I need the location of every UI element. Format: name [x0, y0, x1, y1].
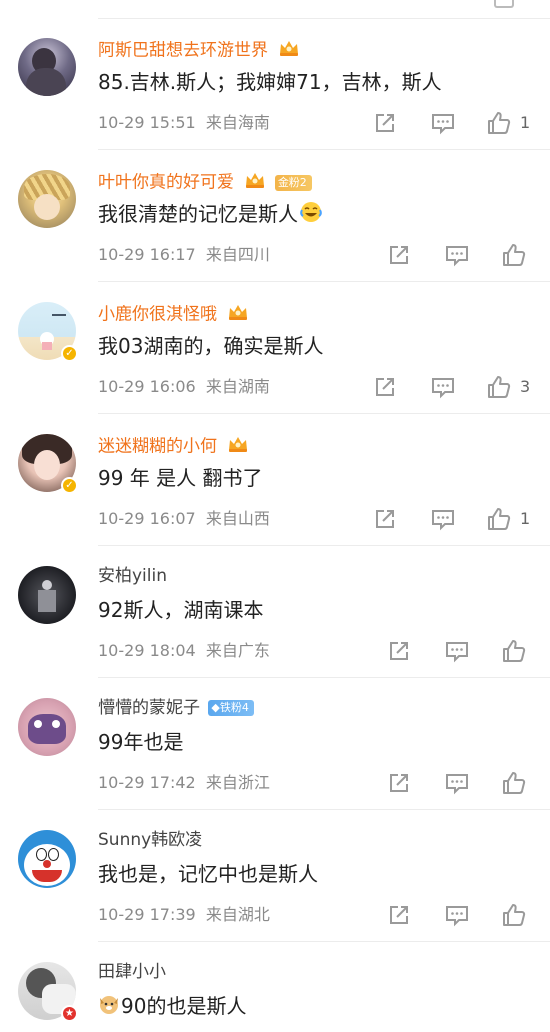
comment-meta: 10-29 16:17 来自四川: [98, 245, 270, 265]
comment-icon[interactable]: [444, 770, 470, 796]
like-count: 1: [520, 113, 531, 132]
dog-emoji-icon: [98, 993, 120, 1022]
comment-icon[interactable]: [444, 902, 470, 928]
comment-time: 10-29 16:17: [98, 245, 196, 264]
commenter-name-text[interactable]: 小鹿你很淇怪哦: [98, 305, 217, 325]
share-icon[interactable]: [372, 374, 398, 400]
comment-item: ✓ 迷迷糊糊的小何 99 年 是人 翻书了 10-29 16:07 来自山西 1: [0, 414, 550, 546]
avatar[interactable]: ✓: [18, 434, 78, 494]
comment-meta: 10-29 18:04 来自广东: [98, 641, 270, 661]
comment-item: 安柏yilin 92斯人，湖南课本 10-29 18:04 来自广东: [0, 546, 550, 678]
like-icon[interactable]: [501, 242, 527, 268]
commenter-name[interactable]: 阿斯巴甜想去环游世界: [98, 38, 300, 63]
comment-text-content: 我很清楚的记忆是斯人: [98, 202, 298, 226]
vip-crown-icon: [227, 434, 249, 459]
like-icon[interactable]: [486, 110, 512, 136]
avatar[interactable]: [18, 830, 76, 888]
comment-text: 90的也是斯人: [98, 992, 246, 1022]
partial-like-icon[interactable]: [494, 0, 514, 8]
comment-location: 来自湖北: [205, 905, 270, 924]
like-icon[interactable]: [501, 770, 527, 796]
comment-time: 10-29 16:06: [98, 377, 196, 396]
share-icon[interactable]: [386, 242, 412, 268]
laugh-cry-emoji-icon: [300, 201, 322, 230]
comment-icon[interactable]: [430, 110, 456, 136]
comment-location: 来自广东: [205, 641, 270, 660]
comment-text: 99年也是: [98, 730, 184, 754]
commenter-name[interactable]: 迷迷糊糊的小何: [98, 434, 249, 459]
verified-badge-icon: ✓: [61, 345, 78, 362]
comment-time: 10-29 15:51: [98, 113, 196, 132]
comment-item: ★ 田肆小小 90的也是斯人: [0, 942, 550, 1032]
commenter-name-text[interactable]: 阿斯巴甜想去环游世界: [98, 41, 268, 61]
comment-location: 来自海南: [205, 113, 270, 132]
commenter-name-text[interactable]: 懵懵的蒙妮子: [98, 698, 200, 718]
comment-time: 10-29 16:07: [98, 509, 196, 528]
commenter-name[interactable]: 安柏yilin: [98, 566, 167, 586]
comment-item: ✓ 小鹿你很淇怪哦 我03湖南的，确实是斯人 10-29 16:06 来自湖南 …: [0, 282, 550, 414]
red-badge-icon: ★: [61, 1005, 78, 1022]
avatar[interactable]: [18, 698, 76, 756]
fan-badge-label: 铁粉4: [219, 701, 249, 714]
comment-location: 来自四川: [205, 245, 270, 264]
comment-text: 我也是，记忆中也是斯人: [98, 862, 318, 886]
comment-text: 92斯人，湖南课本: [98, 598, 264, 622]
comment-icon[interactable]: [444, 638, 470, 664]
like-count: 1: [520, 509, 531, 528]
share-icon[interactable]: [372, 506, 398, 532]
commenter-name[interactable]: 田肆小小: [98, 962, 166, 982]
comment-item: Sunny韩欧凌 我也是，记忆中也是斯人 10-29 17:39 来自湖北: [0, 810, 550, 942]
fan-badge: ◆铁粉4: [208, 700, 254, 716]
vip-crown-icon: [227, 302, 249, 327]
commenter-name[interactable]: Sunny韩欧凌: [98, 830, 202, 850]
share-icon[interactable]: [386, 902, 412, 928]
like-icon[interactable]: [486, 374, 512, 400]
commenter-name[interactable]: 叶叶你真的好可爱 金粉2: [98, 170, 312, 195]
like-icon[interactable]: [486, 506, 512, 532]
comment-text: 99 年 是人 翻书了: [98, 466, 263, 490]
comment-icon[interactable]: [430, 506, 456, 532]
comment-text: 85.吉林.斯人；我婶婶71，吉林，斯人: [98, 70, 442, 94]
comment-item: 懵懵的蒙妮子 ◆铁粉4 99年也是 10-29 17:42 来自浙江: [0, 678, 550, 810]
commenter-name-text[interactable]: 迷迷糊糊的小何: [98, 437, 217, 457]
vip-crown-icon: [244, 170, 266, 195]
comment-meta: 10-29 16:06 来自湖南: [98, 377, 270, 397]
comment-text: 我很清楚的记忆是斯人: [98, 200, 322, 230]
commenter-name[interactable]: 小鹿你很淇怪哦: [98, 302, 249, 327]
avatar[interactable]: [18, 566, 76, 624]
avatar[interactable]: ✓: [18, 302, 78, 362]
avatar[interactable]: [18, 38, 76, 96]
comment-meta: 10-29 17:39 来自湖北: [98, 905, 270, 925]
comment-location: 来自浙江: [205, 773, 270, 792]
comment-icon[interactable]: [444, 242, 470, 268]
comment-text: 我03湖南的，确实是斯人: [98, 334, 324, 358]
share-icon[interactable]: [386, 770, 412, 796]
comment-time: 10-29 17:42: [98, 773, 196, 792]
avatar[interactable]: [18, 170, 76, 228]
share-icon[interactable]: [386, 638, 412, 664]
avatar[interactable]: ★: [18, 962, 78, 1022]
comment-meta: 10-29 17:42 来自浙江: [98, 773, 270, 793]
commenter-name-text[interactable]: 叶叶你真的好可爱: [98, 173, 234, 193]
vip-crown-icon: [278, 38, 300, 63]
comment-location: 来自山西: [205, 509, 270, 528]
comment-item: 叶叶你真的好可爱 金粉2 我很清楚的记忆是斯人 10-29 16:17 来自四川: [0, 150, 550, 282]
fan-badge: 金粉2: [274, 174, 312, 191]
commenter-name[interactable]: 懵懵的蒙妮子 ◆铁粉4: [98, 698, 254, 718]
comment-icon[interactable]: [430, 374, 456, 400]
like-icon[interactable]: [501, 902, 527, 928]
comment-meta: 10-29 15:51 来自海南: [98, 113, 270, 133]
comment-time: 10-29 17:39: [98, 905, 196, 924]
verified-badge-icon: ✓: [61, 477, 78, 494]
comment-meta: 10-29 16:07 来自山西: [98, 509, 270, 529]
like-count: 3: [520, 377, 531, 396]
diamond-icon: ◆: [211, 701, 220, 714]
comment-time: 10-29 18:04: [98, 641, 196, 660]
comment-location: 来自湖南: [205, 377, 270, 396]
like-icon[interactable]: [501, 638, 527, 664]
comment-text-content: 90的也是斯人: [121, 994, 247, 1018]
comment-item: 阿斯巴甜想去环游世界 85.吉林.斯人；我婶婶71，吉林，斯人 10-29 15…: [0, 18, 550, 150]
share-icon[interactable]: [372, 110, 398, 136]
